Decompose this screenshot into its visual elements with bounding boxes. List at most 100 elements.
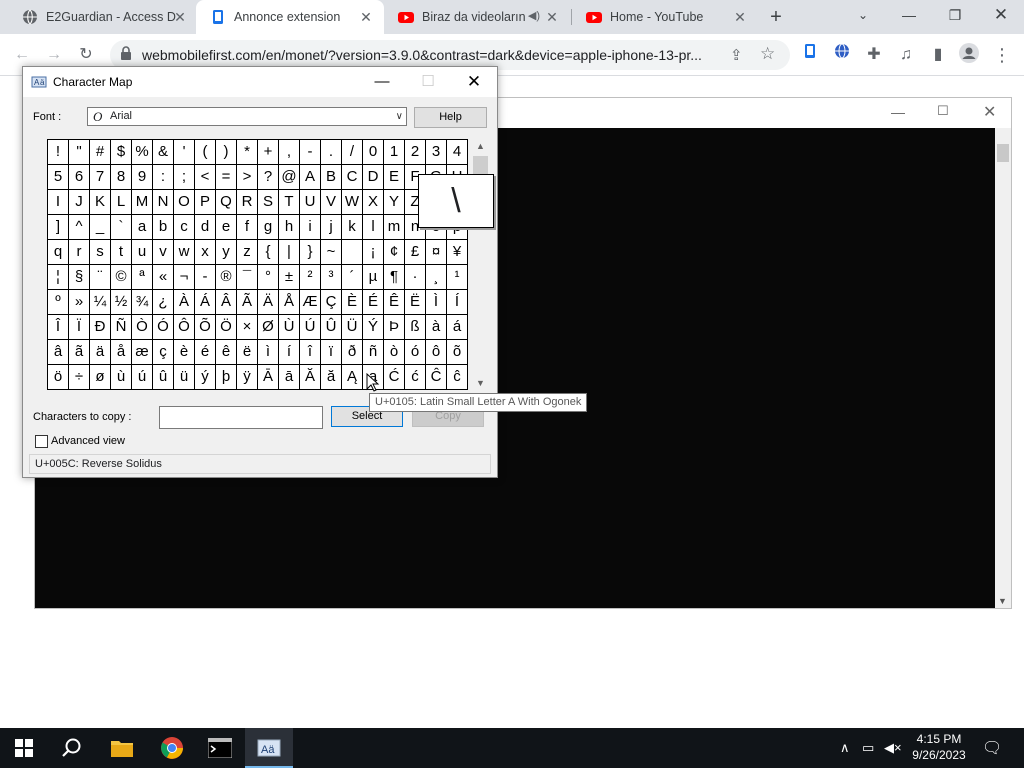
character-cell[interactable]: < [195,165,216,190]
character-cell[interactable]: ¸ [426,265,447,290]
character-cell[interactable]: a [132,215,153,240]
character-cell[interactable]: ? [258,165,279,190]
character-cell[interactable]: ; [174,165,195,190]
character-cell[interactable]: Û [321,315,342,340]
back-button[interactable]: ← [10,43,34,67]
command-prompt-icon[interactable] [196,728,244,768]
scroll-down-arrow-icon[interactable]: ▼ [998,596,1007,606]
character-cell[interactable]: « [153,265,174,290]
character-map-titlebar[interactable]: Aä Character Map — ☐ ✕ [23,67,497,97]
character-cell[interactable]: & [153,140,174,165]
character-cell[interactable]: Ï [69,315,90,340]
character-cell[interactable]: w [174,240,195,265]
character-cell[interactable]: } [300,240,321,265]
close-tab-icon[interactable]: ✕ [544,9,560,25]
character-cell[interactable]: ð [342,340,363,365]
character-cell[interactable]: = [216,165,237,190]
character-cell[interactable]: Ä [258,290,279,315]
character-cell[interactable]: Î [48,315,69,340]
character-cell[interactable]: E [384,165,405,190]
character-cell[interactable]: ä [90,340,111,365]
character-cell[interactable]: ć [405,365,426,390]
character-cell[interactable]: þ [216,365,237,390]
character-cell[interactable]: 7 [90,165,111,190]
character-cell[interactable]: × [237,315,258,340]
advanced-view-checkbox[interactable] [35,435,48,448]
character-cell[interactable]: Ç [321,290,342,315]
tab-search-icon[interactable]: ⌄ [840,0,886,30]
character-cell[interactable]: 8 [111,165,132,190]
bookmark-star-icon[interactable]: ☆ [760,44,775,64]
character-cell[interactable]: 6 [69,165,90,190]
character-cell[interactable]: { [258,240,279,265]
character-cell[interactable]: ¿ [153,290,174,315]
character-cell[interactable]: º [48,290,69,315]
character-cell[interactable]: " [69,140,90,165]
character-cell[interactable]: ā [279,365,300,390]
character-cell[interactable]: á [447,315,468,340]
character-cell[interactable]: ì [258,340,279,365]
character-cell[interactable]: Õ [195,315,216,340]
character-cell[interactable]: W [342,190,363,215]
character-cell[interactable]: Å [279,290,300,315]
character-cell[interactable]: ¾ [132,290,153,315]
character-cell[interactable]: u [132,240,153,265]
character-cell[interactable]: Ć [384,365,405,390]
character-cell[interactable]: z [237,240,258,265]
file-explorer-icon[interactable] [98,728,146,768]
page-scrollbar[interactable]: ▼ [995,128,1011,608]
character-cell[interactable]: A [300,165,321,190]
character-cell[interactable]: µ [363,265,384,290]
character-cell[interactable]: â [48,340,69,365]
character-cell[interactable]: û [153,365,174,390]
character-cell[interactable]: Q [216,190,237,215]
character-cell[interactable]: æ [132,340,153,365]
character-cell[interactable]: ă [321,365,342,390]
tab-annonce-extension[interactable]: Annonce extension ✕ [196,0,384,34]
share-icon[interactable]: ⇪ [730,46,743,64]
character-cell[interactable]: , [279,140,300,165]
character-cell[interactable]: Ö [216,315,237,340]
character-cell[interactable]: 4 [447,140,468,165]
character-cell[interactable]: % [132,140,153,165]
character-cell[interactable]: Á [195,290,216,315]
search-icon[interactable] [48,728,96,768]
chrome-icon[interactable] [148,728,196,768]
character-cell[interactable]: ò [384,340,405,365]
character-cell[interactable]: Y [384,190,405,215]
character-cell[interactable]: l [363,215,384,240]
character-cell[interactable]: 9 [132,165,153,190]
character-cell[interactable]: é [195,340,216,365]
character-cell[interactable]: È [342,290,363,315]
character-cell[interactable]: Í [447,290,468,315]
character-cell[interactable]: > [237,165,258,190]
scroll-down-arrow-icon[interactable]: ▼ [472,378,489,388]
character-cell[interactable]: £ [405,240,426,265]
character-cell[interactable]: ± [279,265,300,290]
minimize-button[interactable]: — [359,67,405,97]
character-cell[interactable]: ¤ [426,240,447,265]
character-cell[interactable]: C [342,165,363,190]
character-cell[interactable]: å [111,340,132,365]
chevron-up-icon[interactable]: ∧ [840,740,850,756]
character-cell[interactable]: ĉ [447,365,468,390]
character-cell[interactable]: g [258,215,279,240]
character-cell[interactable]: X [363,190,384,215]
character-cell[interactable]: ¨ [90,265,111,290]
character-cell[interactable]: Ā [258,365,279,390]
character-cell[interactable]: 1 [384,140,405,165]
character-cell[interactable]: § [69,265,90,290]
side-panel-icon[interactable]: ▮ [926,43,950,67]
character-cell[interactable]: ´ [342,265,363,290]
characters-to-copy-field[interactable] [159,406,323,429]
character-cell[interactable]: 2 [405,140,426,165]
character-cell[interactable]: - [300,140,321,165]
character-cell[interactable]: N [153,190,174,215]
minimize-button[interactable]: — [886,0,932,30]
character-cell[interactable]: à [426,315,447,340]
character-cell[interactable]: ¹ [447,265,468,290]
start-button[interactable] [0,728,48,768]
character-cell[interactable]: ø [90,365,111,390]
character-cell[interactable]: : [153,165,174,190]
character-cell[interactable]: ¯ [237,265,258,290]
